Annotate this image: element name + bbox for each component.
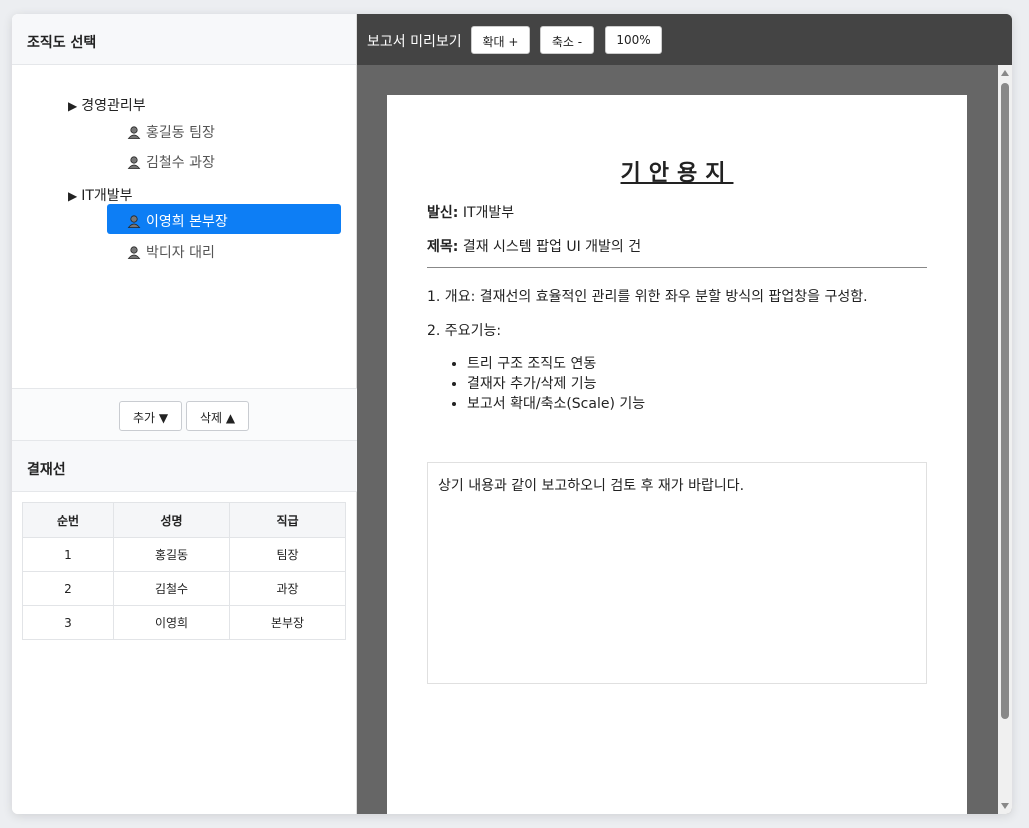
document-title: 기안용지 [620,161,734,186]
expand-triangle-icon: ▶ [68,99,78,113]
user-icon [127,215,141,228]
dept-label: 경영관리부 [81,98,146,114]
cell-name: 홍길동 [113,537,230,572]
sender-label: 발신: [427,205,459,221]
add-approver-button[interactable]: 추가 ▼ [119,401,182,431]
member-label: 홍길동 팀장 [146,125,215,141]
table-row[interactable]: 2 김철수 과장 [22,571,346,606]
tree-member-lee-selected[interactable]: 이영희 본부장 [107,204,341,234]
org-panel-title: 조직도 선택 [12,14,356,65]
table-header-row: 순번 성명 직급 [22,502,346,538]
preview-panel: 보고서 미리보기 확대 + 축소 - 100% 기안용지 발신: IT개발부 제… [357,14,1012,814]
col-order: 순번 [22,502,114,538]
approval-popup-window: 조직도 선택 ▶ 경영관리부 홍길동 팀장 김철수 과장 ▶ IT개발부 이영희… [12,14,1012,814]
sender-field: 발신: IT개발부 [427,202,514,222]
remove-approver-button[interactable]: 삭제 ▲ [186,401,249,431]
divider [427,267,927,268]
cell-order: 2 [22,571,114,606]
table-row[interactable]: 1 홍길동 팀장 [22,537,346,572]
zoom-reset-button[interactable]: 100% [605,26,662,54]
approval-table: 순번 성명 직급 1 홍길동 팀장 2 김철수 과장 3 이영희 본부장 [22,502,346,640]
cell-name: 김철수 [113,571,230,606]
report-document: 기안용지 발신: IT개발부 제목: 결재 시스템 팝업 UI 개발의 건 1.… [387,95,967,814]
subject-label: 제목: [427,239,459,255]
cell-rank: 본부장 [229,605,346,640]
approver-action-bar: 추가 ▼ 삭제 ▲ [12,388,357,441]
tree-member-hong[interactable]: 홍길동 팀장 [107,115,341,145]
scroll-thumb[interactable] [1001,83,1009,719]
list-item: 트리 구조 조직도 연동 [467,353,645,373]
col-rank: 직급 [229,502,346,538]
zoom-in-button[interactable]: 확대 + [471,26,530,54]
tree-dept-it[interactable]: ▶ IT개발부 [68,185,133,205]
features-list: 트리 구조 조직도 연동 결재자 추가/삭제 기능 보고서 확대/축소(Scal… [467,353,645,413]
list-item: 보고서 확대/축소(Scale) 기능 [467,393,645,413]
user-icon [127,246,141,259]
member-label: 박디자 대리 [146,245,215,261]
subject-value: 결재 시스템 팝업 UI 개발의 건 [462,239,642,255]
closing-text: 상기 내용과 같이 보고하오니 검토 후 재가 바랍니다. [427,462,927,684]
user-icon [127,156,141,169]
left-panel: 조직도 선택 ▶ 경영관리부 홍길동 팀장 김철수 과장 ▶ IT개발부 이영희… [12,14,357,814]
preview-scrollbar[interactable] [998,65,1012,814]
scroll-down-icon[interactable] [1001,803,1009,809]
cell-order: 1 [22,537,114,572]
cell-name: 이영희 [113,605,230,640]
tree-member-kim[interactable]: 김철수 과장 [107,145,341,175]
overview-text: 1. 개요: 결재선의 효율적인 관리를 위한 좌우 분할 방식의 팝업창을 구… [427,289,868,305]
scroll-up-icon[interactable] [1001,70,1009,76]
list-item: 결재자 추가/삭제 기능 [467,373,645,393]
tree-member-park[interactable]: 박디자 대리 [107,235,341,265]
preview-toolbar: 보고서 미리보기 확대 + 축소 - 100% [357,14,1012,65]
features-heading: 2. 주요기능: [427,323,502,339]
member-label: 김철수 과장 [146,155,215,171]
cell-rank: 과장 [229,571,346,606]
member-label: 이영희 본부장 [146,214,228,230]
zoom-out-button[interactable]: 축소 - [540,26,594,54]
table-row[interactable]: 3 이영희 본부장 [22,605,346,640]
expand-triangle-icon: ▶ [68,189,78,203]
cell-order: 3 [22,605,114,640]
cell-rank: 팀장 [229,537,346,572]
tree-dept-management[interactable]: ▶ 경영관리부 [68,95,146,115]
org-tree: ▶ 경영관리부 홍길동 팀장 김철수 과장 ▶ IT개발부 이영희 본부장 박디… [12,65,357,388]
preview-title: 보고서 미리보기 [367,34,462,50]
col-name: 성명 [113,502,230,538]
subject-field: 제목: 결재 시스템 팝업 UI 개발의 건 [427,236,641,256]
dept-label: IT개발부 [81,188,133,204]
user-icon [127,126,141,139]
sender-value: IT개발부 [462,205,515,221]
approval-line-title: 결재선 [12,441,357,492]
